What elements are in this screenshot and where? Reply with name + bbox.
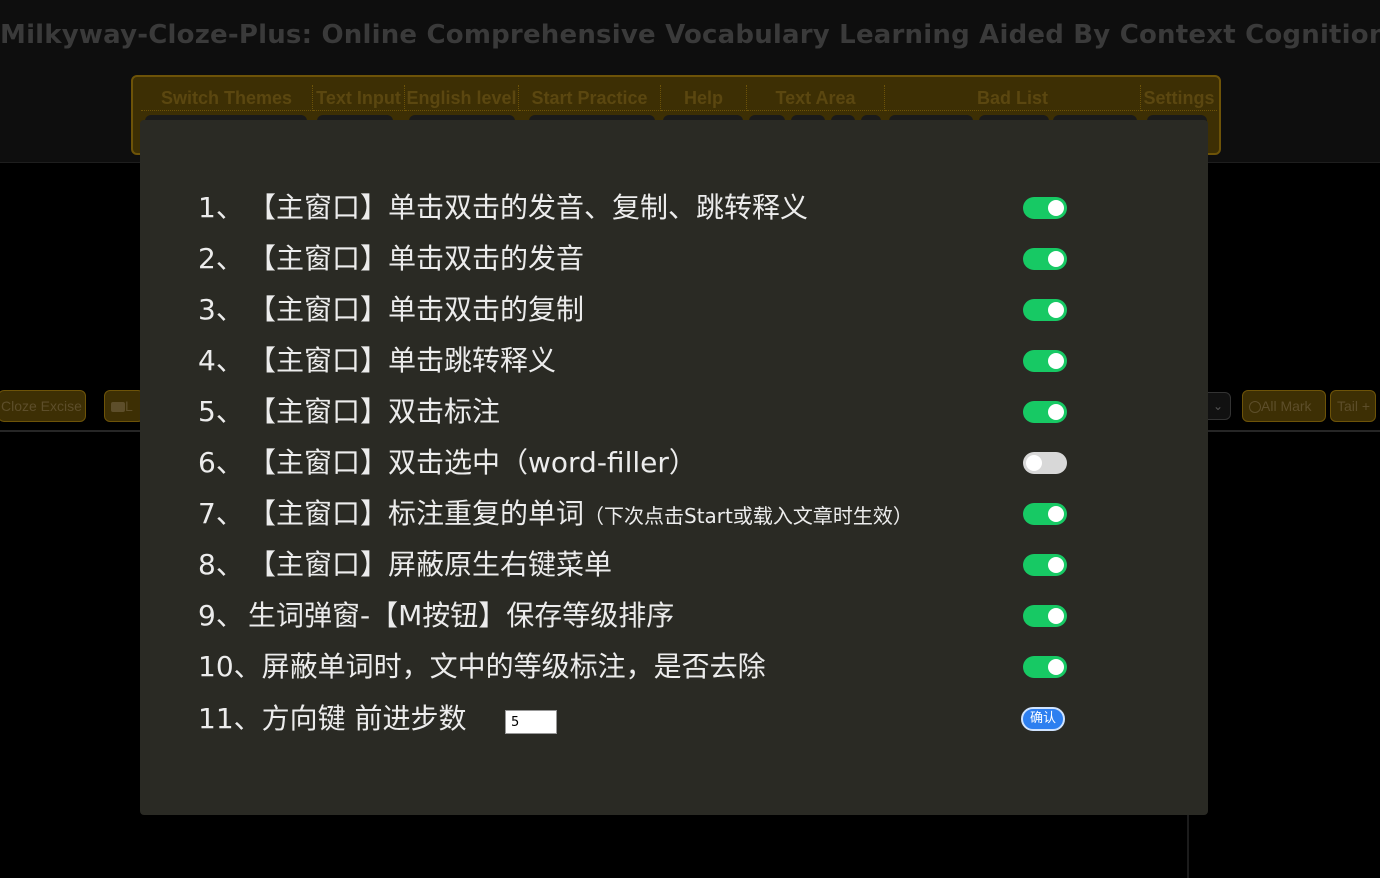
toggle-switch[interactable] <box>1023 503 1067 525</box>
row-label: 【主窗口】单击双击的发音 <box>248 242 585 275</box>
cloze-excise-button[interactable]: Cloze Excise <box>0 390 86 422</box>
confirm-button[interactable]: 确认 <box>1021 707 1065 731</box>
row-label: 【主窗口】标注重复的单词（下次点击Start或载入文章时生效） <box>248 494 913 536</box>
row-number: 4、 <box>198 344 244 377</box>
comment-icon <box>1249 401 1261 414</box>
setting-row: 7、 【主窗口】标注重复的单词（下次点击Start或载入文章时生效） <box>198 494 1068 534</box>
toggle-switch[interactable] <box>1023 452 1067 474</box>
toggle-knob <box>1048 506 1064 522</box>
toggle-switch[interactable] <box>1023 197 1067 219</box>
setting-row: 6、 【主窗口】双击选中（word-filler） <box>198 443 1068 483</box>
load-file-label: L <box>125 398 133 414</box>
step-count-input[interactable] <box>505 710 557 734</box>
setting-row: 1、 【主窗口】单击双击的发音、复制、跳转释义 <box>198 188 1068 228</box>
load-file-button[interactable]: L <box>104 390 144 422</box>
setting-row: 5、 【主窗口】双击标注 <box>198 392 1068 432</box>
app-title: Milkyway-Cloze-Plus: Online Comprehensiv… <box>0 20 1380 50</box>
tab-settings[interactable]: Settings <box>1141 85 1217 111</box>
setting-row: 3、 【主窗口】单击双击的复制 <box>198 290 1068 330</box>
toggle-switch[interactable] <box>1023 605 1067 627</box>
toggle-knob <box>1048 251 1064 267</box>
tab-english-level[interactable]: English level <box>405 85 519 111</box>
row-label: 【主窗口】双击标注 <box>248 395 501 428</box>
all-mark-label: All Mark <box>1261 398 1312 414</box>
row-number: 3、 <box>198 293 244 326</box>
setting-row: 2、 【主窗口】单击双击的发音 <box>198 239 1068 279</box>
toggle-knob <box>1048 302 1064 318</box>
row-label: 生词弹窗-【M按钮】保存等级排序 <box>248 599 675 632</box>
toggle-switch[interactable] <box>1023 401 1067 423</box>
tab-text-input[interactable]: Text Input <box>313 85 405 111</box>
setting-row: 11、方向键 前进步数 确认 <box>198 699 1068 739</box>
folder-icon <box>111 402 125 413</box>
row-note: （下次点击Start或载入文章时生效） <box>584 504 913 528</box>
row-number: 5、 <box>198 395 244 428</box>
toggle-knob <box>1048 557 1064 573</box>
toggle-knob <box>1048 404 1064 420</box>
row-number: 1、 <box>198 191 244 224</box>
row-number: 9、 <box>198 599 244 632</box>
tab-text-area[interactable]: Text Area <box>747 85 885 111</box>
toggle-switch[interactable] <box>1023 248 1067 270</box>
divider <box>1187 815 1189 878</box>
row-label: 【主窗口】单击跳转释义 <box>248 344 557 377</box>
row-number: 7、 <box>198 497 244 530</box>
toggle-knob <box>1048 200 1064 216</box>
setting-row: 8、 【主窗口】屏蔽原生右键菜单 <box>198 545 1068 585</box>
row-label-text: 【主窗口】标注重复的单词 <box>248 497 585 530</box>
toggle-knob <box>1048 353 1064 369</box>
tab-switch-themes[interactable]: Switch Themes <box>141 85 313 111</box>
tab-help[interactable]: Help <box>661 85 747 111</box>
setting-row: 4、 【主窗口】单击跳转释义 <box>198 341 1068 381</box>
tail-button[interactable]: Tail + <box>1330 390 1376 422</box>
row-label: 【主窗口】单击双击的复制 <box>248 293 585 326</box>
tab-bad-list[interactable]: Bad List <box>885 85 1141 111</box>
toggle-knob <box>1026 455 1042 471</box>
setting-row: 10、屏蔽单词时，文中的等级标注，是否去除 <box>198 647 1068 687</box>
settings-dialog: 1、 【主窗口】单击双击的发音、复制、跳转释义 2、 【主窗口】单击双击的发音 … <box>140 120 1208 815</box>
row-number: 8、 <box>198 548 244 581</box>
toggle-knob <box>1048 659 1064 675</box>
step-label: 11、方向键 前进步数 <box>198 702 467 735</box>
toggle-knob <box>1048 608 1064 624</box>
toggle-switch[interactable] <box>1023 554 1067 576</box>
setting-row: 9、 生词弹窗-【M按钮】保存等级排序 <box>198 596 1068 636</box>
row-number: 2、 <box>198 242 244 275</box>
row-label: 【主窗口】屏蔽原生右键菜单 <box>248 548 613 581</box>
toggle-switch[interactable] <box>1023 350 1067 372</box>
all-mark-button[interactable]: All Mark <box>1242 390 1326 422</box>
row-label: 10、屏蔽单词时，文中的等级标注，是否去除 <box>198 650 766 683</box>
row-number: 6、 <box>198 446 244 479</box>
tab-start-practice[interactable]: Start Practice <box>519 85 661 111</box>
toggle-switch[interactable] <box>1023 299 1067 321</box>
toggle-switch[interactable] <box>1023 656 1067 678</box>
row-label: 【主窗口】双击选中（word-filler） <box>248 446 697 479</box>
row-label: 【主窗口】单击双击的发音、复制、跳转释义 <box>248 191 809 224</box>
chevron-down-icon[interactable]: ⌄ <box>1205 392 1231 420</box>
